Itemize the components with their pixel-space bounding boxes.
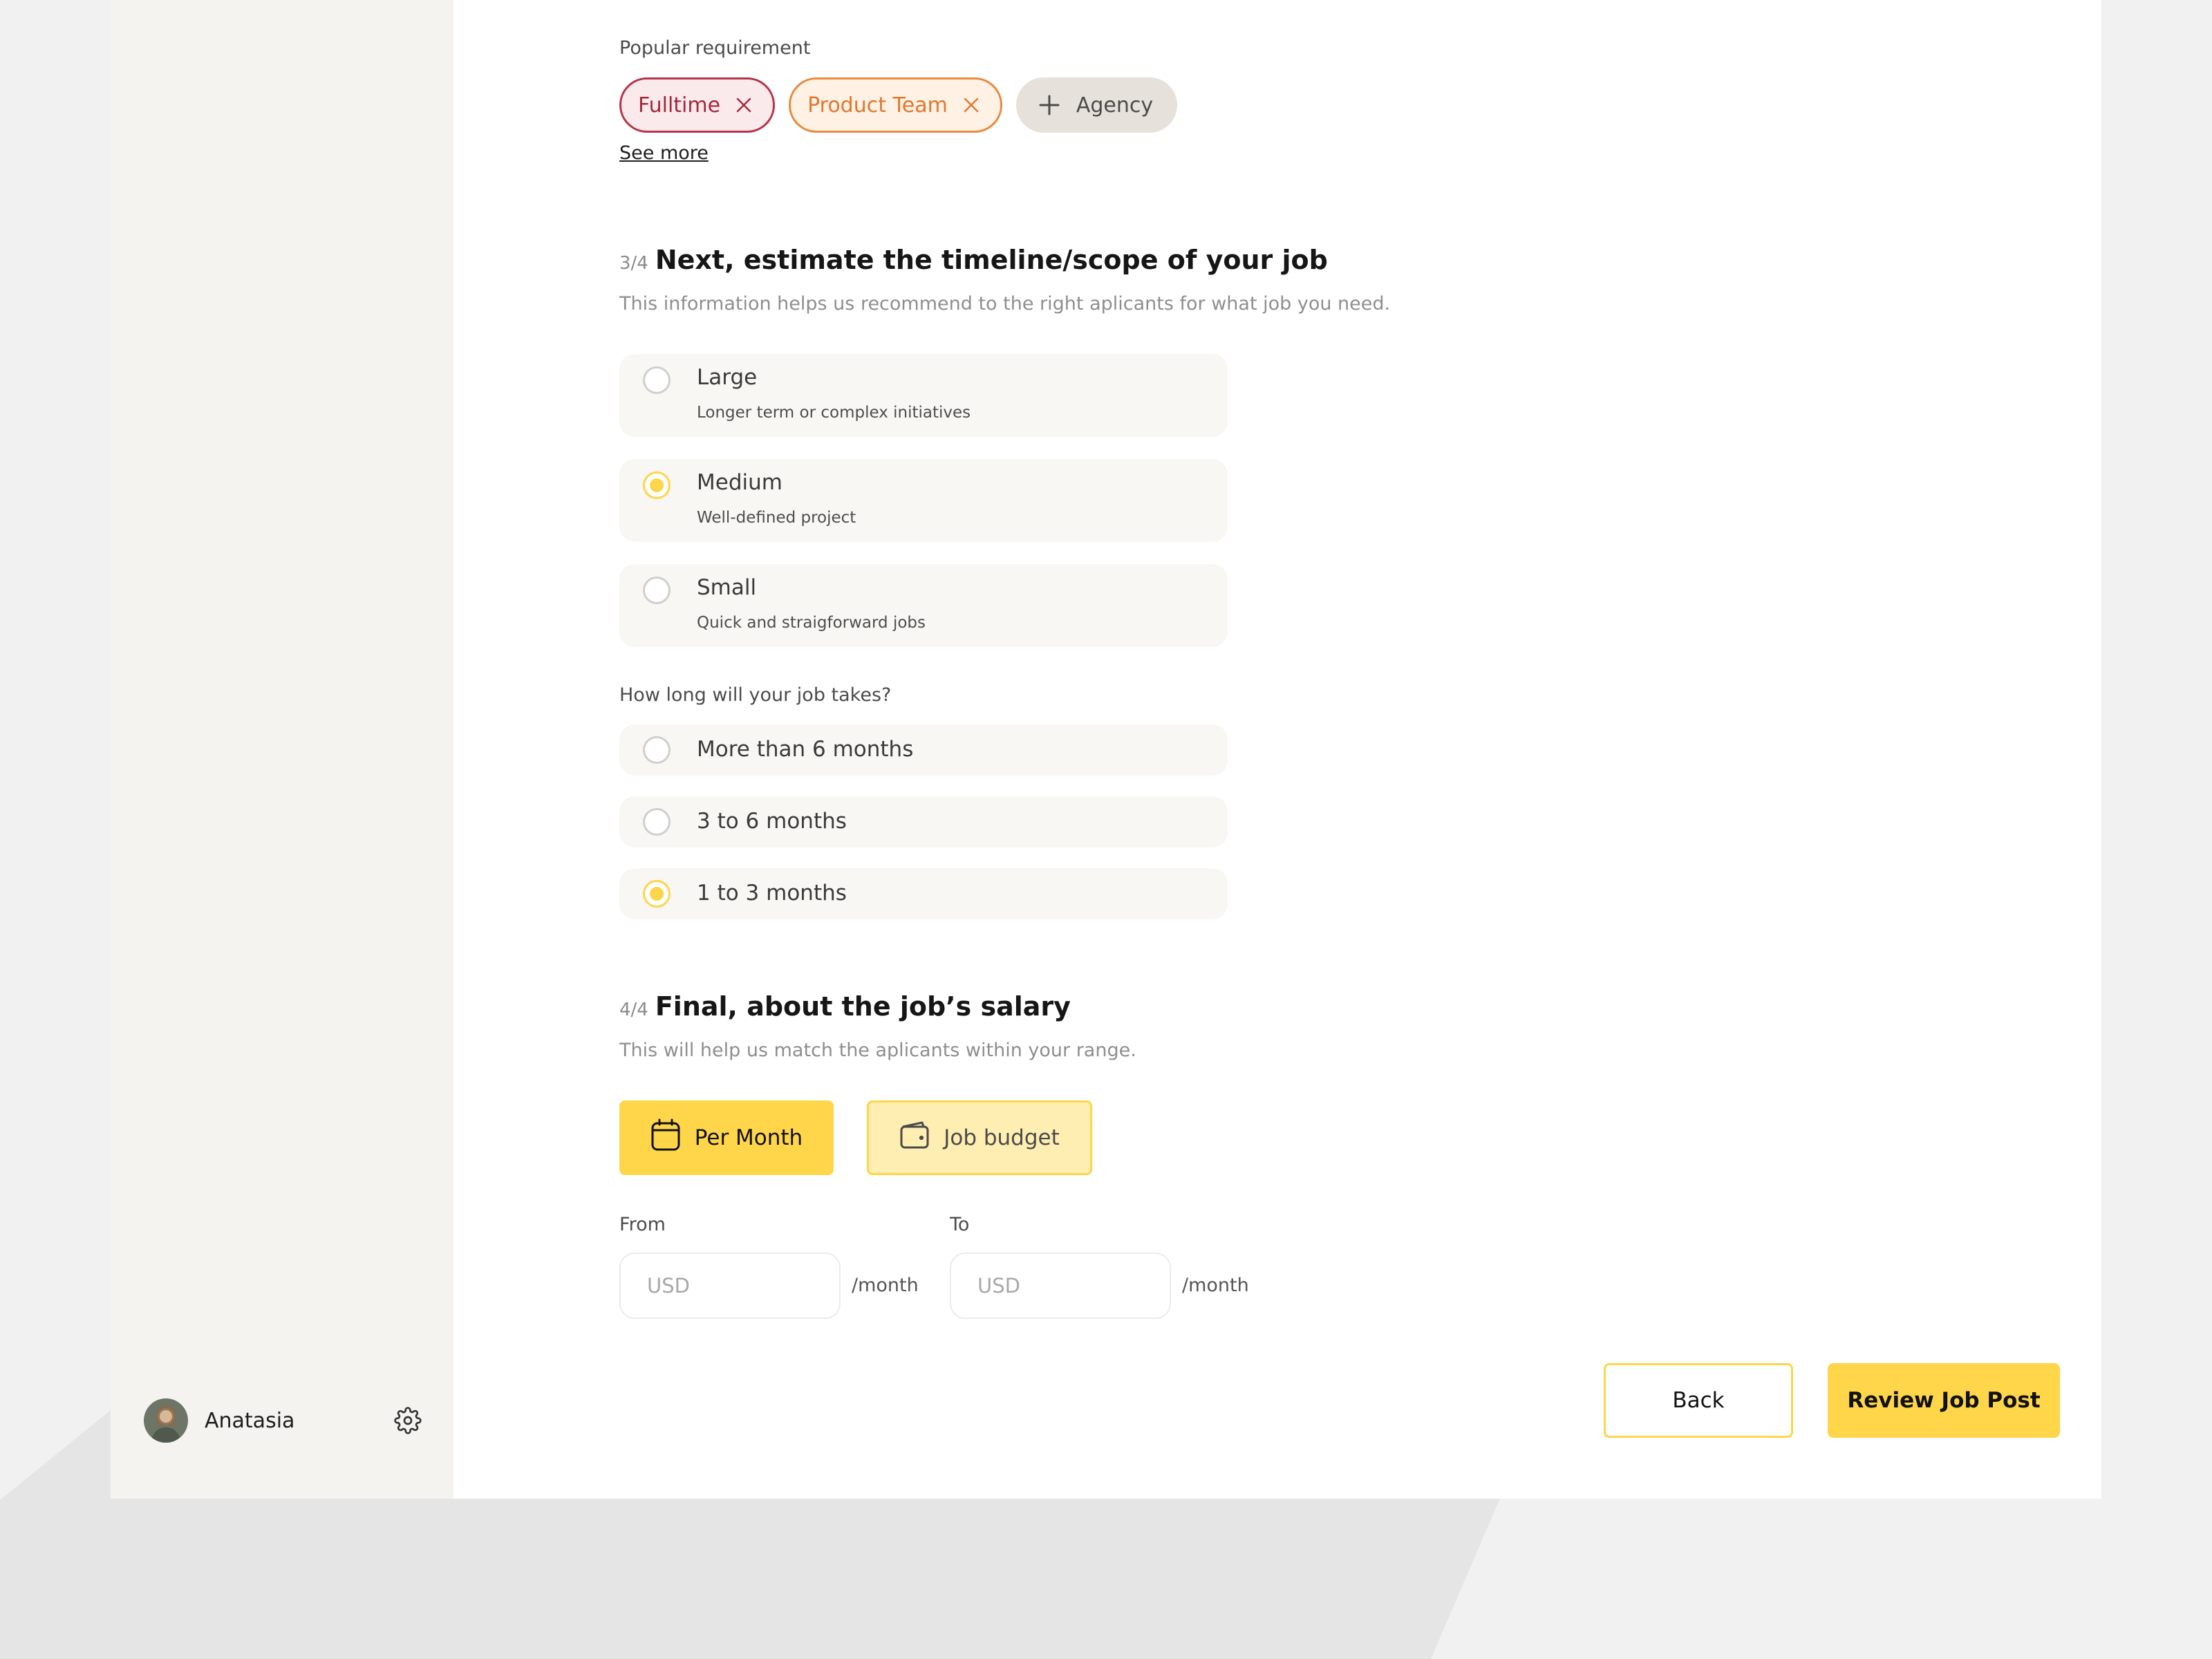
user-profile[interactable]: Anatasia [144,1398,423,1443]
section-title: Final, about the job’s salary [655,991,1071,1022]
review-job-post-button[interactable]: Review Job Post [1828,1363,2060,1438]
main-content: Popular requirement Fulltime Product Tea… [453,0,2101,1499]
scope-option-large[interactable]: Large Longer term or complex initiatives [619,354,1228,437]
option-title: Medium [697,470,782,495]
radio-button[interactable] [643,577,671,604]
from-label: From [619,1214,666,1235]
radio-button[interactable] [643,366,671,394]
section-title: Next, estimate the timeline/scope of you… [655,245,1328,275]
radio-button[interactable] [643,808,671,836]
scope-option-small[interactable]: Small Quick and straigforward jobs [619,564,1228,647]
option-title: Large [697,365,758,390]
salary-section-header: 4/4 Final, about the job’s salary [619,991,1071,1022]
avatar[interactable] [144,1398,188,1443]
job-budget-label: Job budget [944,1125,1060,1150]
option-title: More than 6 months [697,737,914,762]
duration-label: How long will your job takes? [619,684,892,706]
option-title: 1 to 3 months [697,881,847,906]
requirement-chips: Fulltime Product Team Agency [619,77,1178,133]
calendar-icon [650,1118,681,1157]
chip-fulltime[interactable]: Fulltime [619,77,776,133]
chip-label: Agency [1076,93,1154,118]
see-more-link[interactable]: See more [619,142,709,164]
chip-label: Product Team [807,93,948,118]
from-unit: /month [852,1275,919,1296]
radio-button[interactable] [643,736,671,764]
option-description: Well-defined project [697,509,856,527]
gear-icon[interactable] [393,1405,423,1436]
salary-from-input[interactable] [619,1253,841,1319]
app-window: Anatasia Popular requirement Fulltime Pr… [111,0,2101,1499]
step-indicator: 3/4 [619,253,648,274]
scope-section-header: 3/4 Next, estimate the timeline/scope of… [619,245,1328,275]
sidebar: Anatasia [111,0,453,1499]
close-icon[interactable] [963,97,980,113]
radio-button-selected[interactable] [643,880,671,908]
option-title: 3 to 6 months [697,809,847,834]
duration-option-6plus[interactable]: More than 6 months [619,724,1228,776]
step-indicator: 4/4 [619,1000,648,1020]
section-subtitle: This information helps us recommend to t… [619,293,1391,315]
duration-option-3to6[interactable]: 3 to 6 months [619,796,1228,847]
back-button[interactable]: Back [1604,1363,1793,1438]
close-icon[interactable] [735,97,752,113]
to-label: To [950,1214,970,1235]
user-name: Anatasia [205,1408,295,1433]
scope-option-medium[interactable]: Medium Well-defined project [619,459,1228,542]
chip-agency[interactable]: Agency [1015,77,1178,133]
wallet-icon [899,1121,930,1154]
plus-icon [1039,95,1060,115]
option-description: Longer term or complex initiatives [697,404,971,422]
chip-product-team[interactable]: Product Team [789,77,1002,133]
per-month-button[interactable]: Per Month [619,1100,834,1175]
per-month-label: Per Month [694,1125,803,1150]
duration-option-1to3[interactable]: 1 to 3 months [619,868,1228,919]
chip-label: Fulltime [638,93,721,118]
radio-button-selected[interactable] [643,471,671,499]
job-budget-button[interactable]: Job budget [867,1100,1092,1175]
section-subtitle: This will help us match the aplicants wi… [619,1040,1136,1061]
option-title: Small [697,575,757,600]
salary-to-input[interactable] [950,1253,1171,1319]
option-description: Quick and straigforward jobs [697,614,926,632]
requirements-label: Popular requirement [619,37,811,59]
to-unit: /month [1182,1275,1249,1296]
